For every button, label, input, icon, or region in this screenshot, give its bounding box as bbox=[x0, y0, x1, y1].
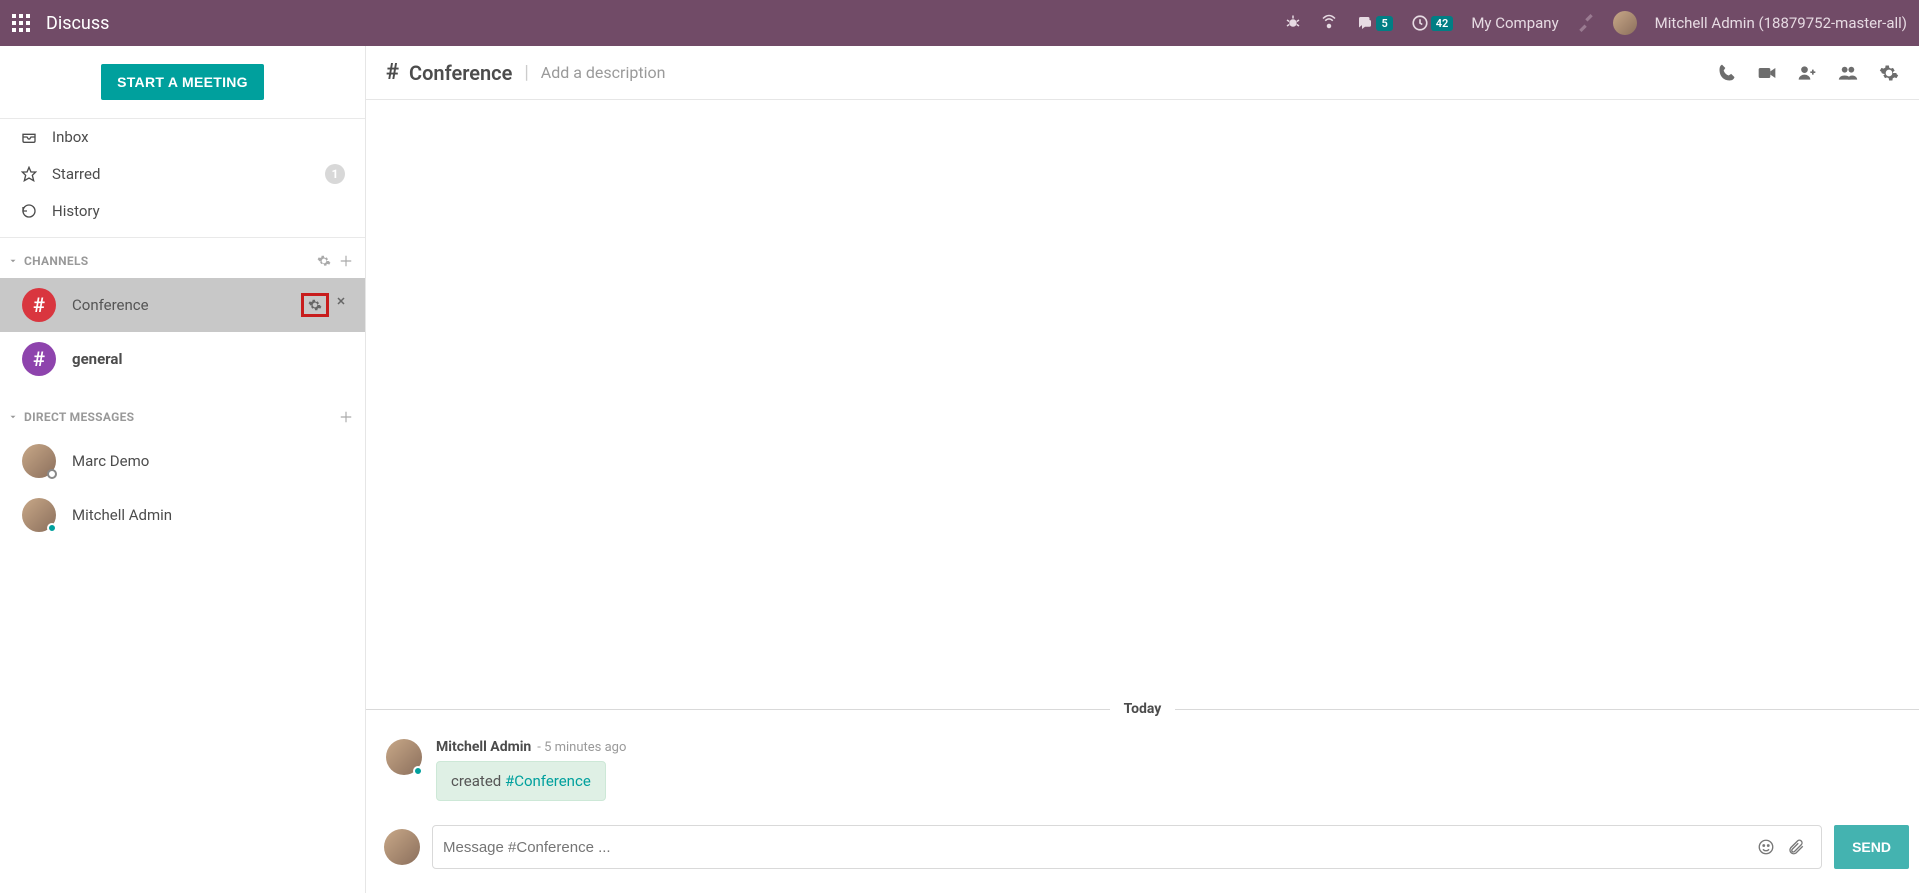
apps-icon[interactable] bbox=[12, 14, 30, 32]
inbox-icon bbox=[20, 129, 38, 145]
send-button[interactable]: SEND bbox=[1834, 825, 1909, 869]
chevron-down-icon bbox=[8, 412, 18, 422]
avatar bbox=[384, 829, 420, 865]
activities-icon[interactable]: 42 bbox=[1411, 14, 1454, 32]
emoji-icon[interactable] bbox=[1757, 838, 1775, 856]
sidebar-item-history[interactable]: History bbox=[0, 193, 365, 229]
hash-icon: # bbox=[22, 288, 56, 322]
start-meeting-button[interactable]: START A MEETING bbox=[101, 64, 264, 100]
channels-header-label: CHANNELS bbox=[24, 254, 88, 268]
start-meeting-wrap: START A MEETING bbox=[0, 46, 365, 119]
date-separator: Today bbox=[366, 697, 1919, 721]
dm-mitchell-admin[interactable]: Mitchell Admin bbox=[0, 488, 365, 542]
app-title[interactable]: Discuss bbox=[46, 13, 109, 34]
sidebar-item-label: History bbox=[52, 202, 100, 220]
dm-header-label: DIRECT MESSAGES bbox=[24, 410, 134, 424]
activities-badge: 42 bbox=[1431, 16, 1454, 31]
avatar[interactable] bbox=[386, 739, 422, 775]
dm-add-icon[interactable] bbox=[339, 410, 353, 424]
message-author[interactable]: Mitchell Admin bbox=[436, 739, 531, 755]
channel-settings-icon[interactable] bbox=[301, 293, 329, 317]
hash-icon: # bbox=[22, 342, 56, 376]
message-time: - 5 minutes ago bbox=[537, 740, 626, 755]
composer-input-wrap bbox=[432, 825, 1822, 869]
separator: | bbox=[524, 62, 528, 83]
sidebar-item-label: Starred bbox=[52, 165, 100, 183]
company-switcher[interactable]: My Company bbox=[1471, 14, 1558, 32]
chevron-down-icon bbox=[8, 256, 18, 266]
settings-icon[interactable] bbox=[1879, 63, 1899, 83]
messages-badge: 5 bbox=[1376, 16, 1392, 31]
channel-general[interactable]: # general bbox=[0, 332, 365, 386]
sidebar-item-inbox[interactable]: Inbox bbox=[0, 119, 365, 155]
channels-settings-icon[interactable] bbox=[317, 254, 331, 268]
channel-label: Conference bbox=[72, 296, 149, 314]
add-user-icon[interactable] bbox=[1797, 63, 1817, 83]
attachment-icon[interactable] bbox=[1787, 838, 1805, 856]
channel-conference[interactable]: # Conference bbox=[0, 278, 365, 332]
top-navbar: Discuss 5 42 My Company Mitchell Admin (… bbox=[0, 0, 1919, 46]
chat-header: # Conference | Add a description bbox=[366, 46, 1919, 100]
message-body-link[interactable]: #Conference bbox=[505, 772, 591, 790]
channel-close-icon[interactable] bbox=[331, 293, 351, 317]
message-body-prefix: created bbox=[451, 772, 505, 790]
main-layout: START A MEETING Inbox Starred 1 History … bbox=[0, 46, 1919, 893]
date-label: Today bbox=[1124, 697, 1162, 721]
message-body: created #Conference bbox=[436, 761, 606, 801]
avatar bbox=[22, 498, 56, 532]
channel-label: general bbox=[72, 350, 122, 368]
dm-section-header[interactable]: DIRECT MESSAGES bbox=[0, 400, 365, 434]
chat-title[interactable]: Conference bbox=[409, 61, 512, 85]
message-list: Today Mitchell Admin - 5 minutes ago cre… bbox=[366, 100, 1919, 819]
sidebar-item-starred[interactable]: Starred 1 bbox=[0, 155, 365, 193]
channel-hash-icon: # bbox=[386, 60, 399, 85]
description-placeholder[interactable]: Add a description bbox=[541, 63, 666, 82]
messages-icon[interactable]: 5 bbox=[1356, 14, 1392, 32]
sidebar-item-label: Inbox bbox=[52, 128, 89, 146]
history-icon bbox=[20, 203, 38, 219]
chat-area: # Conference | Add a description Today bbox=[366, 46, 1919, 893]
phone-icon[interactable] bbox=[1320, 14, 1338, 32]
dm-label: Mitchell Admin bbox=[72, 506, 172, 524]
user-avatar[interactable] bbox=[1613, 11, 1637, 35]
tools-icon[interactable] bbox=[1577, 14, 1595, 32]
members-icon[interactable] bbox=[1837, 63, 1859, 83]
status-online-icon bbox=[413, 766, 423, 776]
composer-input[interactable] bbox=[443, 839, 1751, 856]
starred-counter: 1 bbox=[325, 164, 345, 184]
channels-section-header[interactable]: CHANNELS bbox=[0, 244, 365, 278]
composer: SEND bbox=[366, 819, 1919, 893]
avatar bbox=[22, 444, 56, 478]
bug-icon[interactable] bbox=[1284, 14, 1302, 32]
dm-marc-demo[interactable]: Marc Demo bbox=[0, 434, 365, 488]
video-icon[interactable] bbox=[1757, 63, 1777, 83]
status-offline-icon bbox=[47, 469, 57, 479]
channels-add-icon[interactable] bbox=[339, 254, 353, 268]
dm-label: Marc Demo bbox=[72, 452, 149, 470]
user-menu[interactable]: Mitchell Admin (18879752-master-all) bbox=[1655, 14, 1907, 32]
star-icon bbox=[20, 166, 38, 182]
message: Mitchell Admin - 5 minutes ago created #… bbox=[366, 721, 1919, 819]
status-online-icon bbox=[47, 523, 57, 533]
sidebar: START A MEETING Inbox Starred 1 History … bbox=[0, 46, 366, 893]
call-icon[interactable] bbox=[1717, 63, 1737, 83]
